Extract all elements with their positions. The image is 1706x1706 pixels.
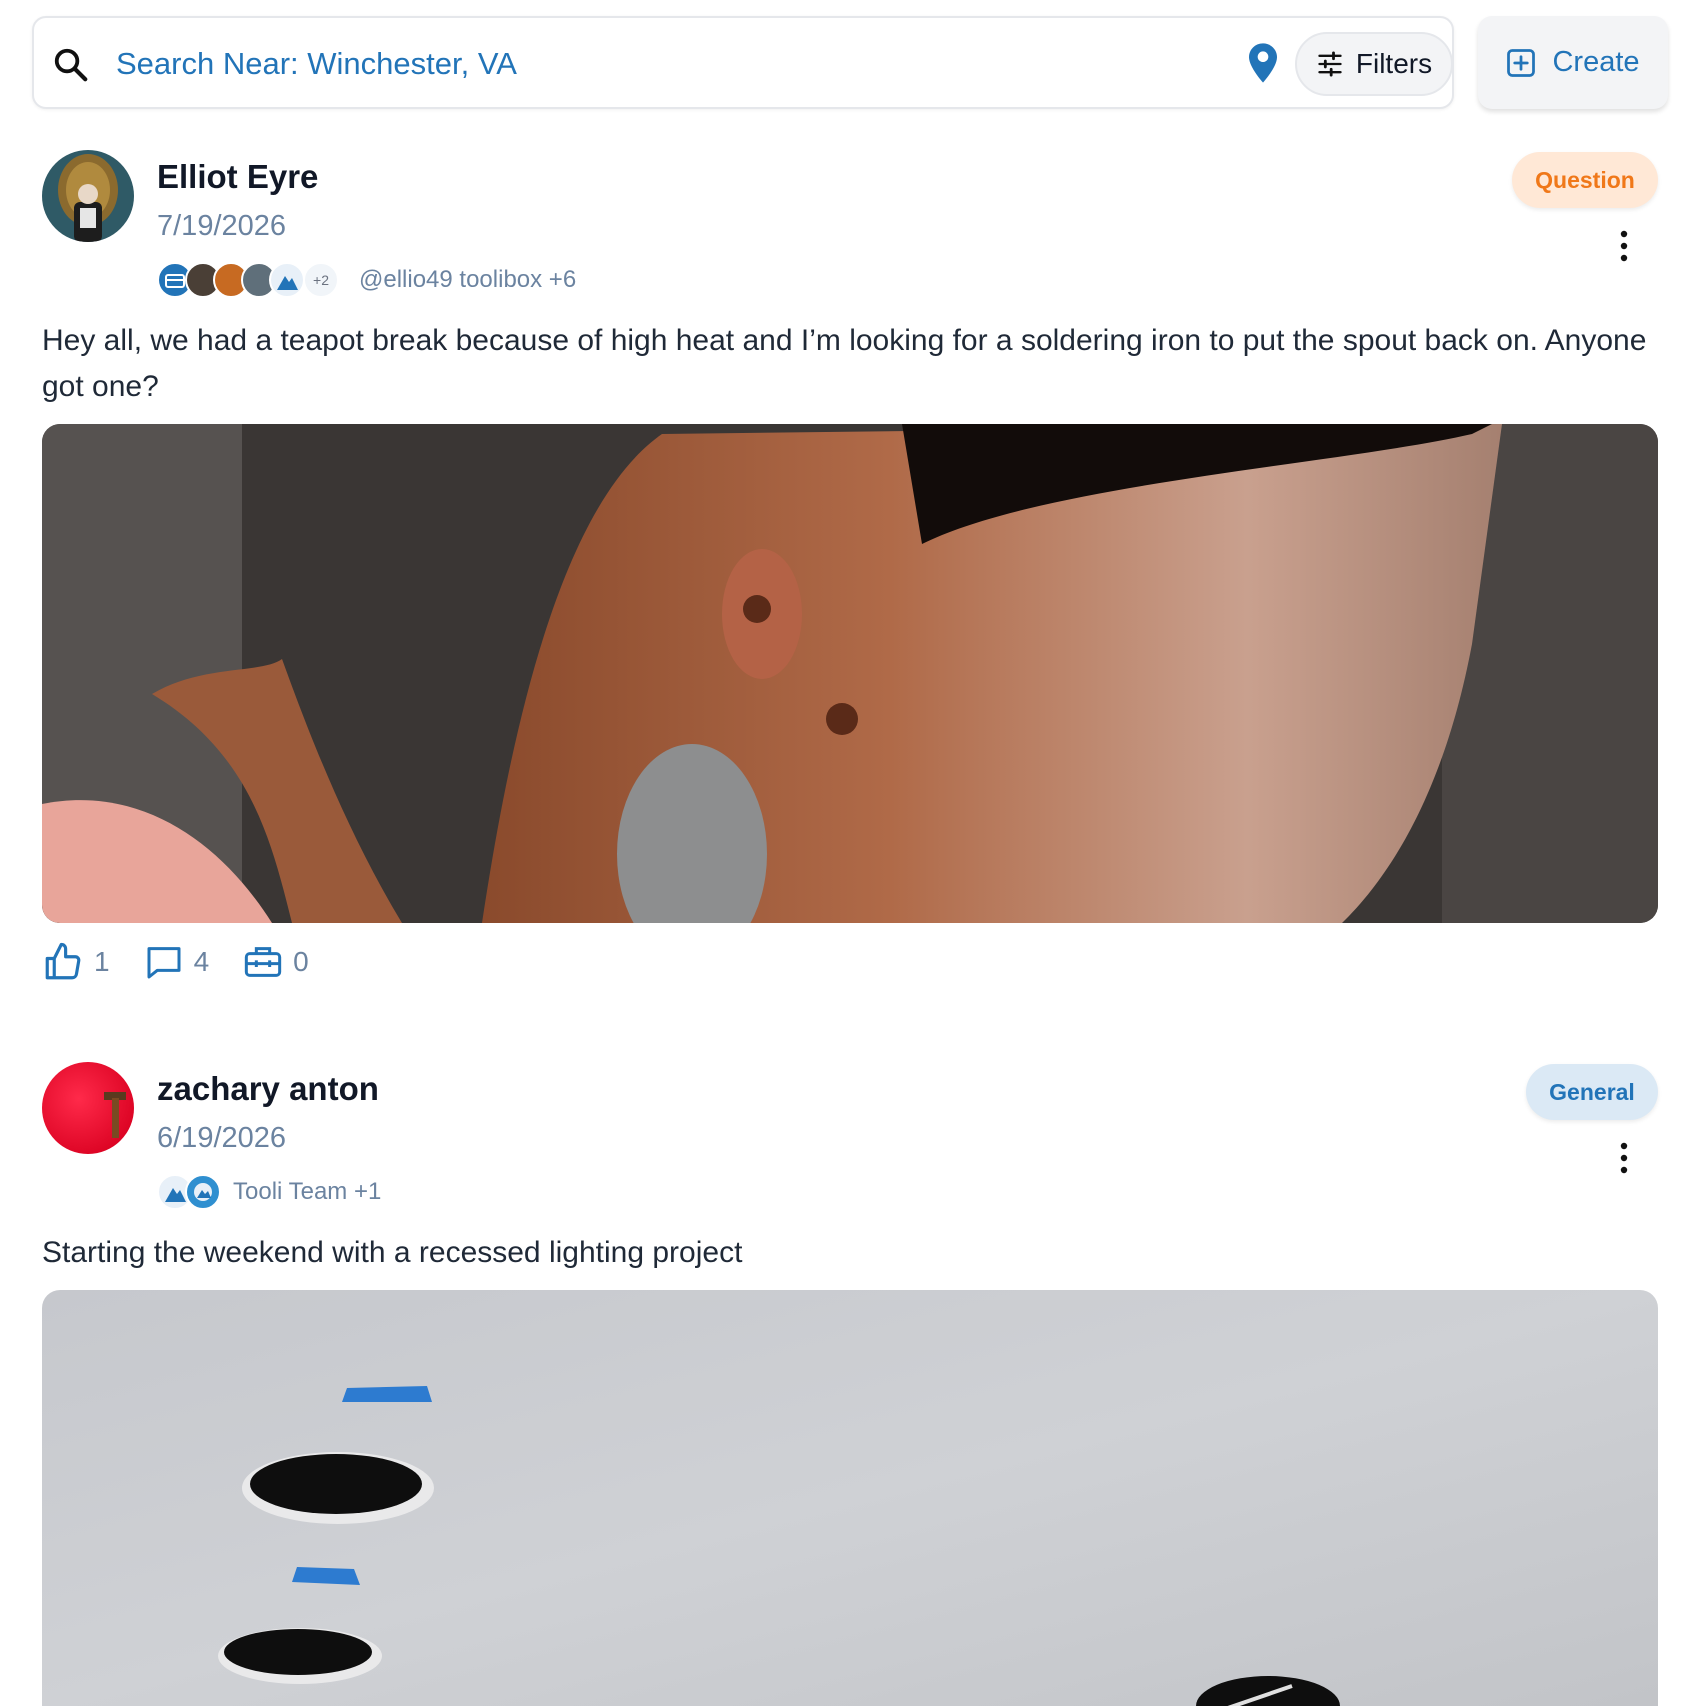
- comment-button[interactable]: 4: [144, 942, 210, 982]
- post-image[interactable]: [42, 424, 1658, 923]
- post-date: 7/19/2026: [157, 210, 287, 242]
- sliders-icon: [1318, 51, 1342, 77]
- post-card: Elliot Eyre 7/19/2026 +2 @ellio49 toolib…: [42, 150, 1658, 990]
- author-name[interactable]: zachary anton: [157, 1070, 379, 1108]
- search-icon: [54, 48, 88, 82]
- group-names: Tooli Team +1: [233, 1178, 382, 1205]
- location-pin-icon[interactable]: [1246, 42, 1280, 84]
- more-vertical-icon[interactable]: [1618, 230, 1630, 262]
- author-name[interactable]: Elliot Eyre: [157, 158, 318, 196]
- toolbox-icon: [244, 947, 282, 977]
- toolbox-count: 0: [293, 946, 309, 977]
- like-count: 1: [94, 946, 110, 977]
- category-badge: General: [1526, 1064, 1658, 1120]
- post-card: zachary anton 6/19/2026 Tooli Team +1 Ge…: [42, 1062, 1658, 1706]
- group-list[interactable]: Tooli Team +1: [157, 1172, 381, 1212]
- category-badge: Question: [1512, 152, 1658, 208]
- post-text: Starting the weekend with a recessed lig…: [42, 1236, 743, 1269]
- filters-button[interactable]: Filters: [1295, 32, 1453, 96]
- post-date: 6/19/2026: [157, 1122, 287, 1154]
- plus-square-icon: [1507, 48, 1536, 77]
- filters-label: Filters: [1355, 48, 1433, 79]
- toolbox-button[interactable]: 0: [243, 942, 309, 982]
- post-image[interactable]: [42, 1290, 1658, 1706]
- comment-count: 4: [193, 946, 210, 977]
- group-avatar: [269, 262, 305, 298]
- post-actions: 1 4 0: [42, 938, 343, 986]
- top-bar: Filters Create: [32, 16, 1668, 109]
- post-text: Hey all, we had a teapot break because o…: [42, 324, 1647, 403]
- more-groups-count: +2: [303, 262, 339, 298]
- create-button[interactable]: Create: [1478, 16, 1668, 109]
- search-bar[interactable]: Filters: [32, 16, 1454, 109]
- more-vertical-icon[interactable]: [1618, 1142, 1630, 1174]
- like-button[interactable]: 1: [42, 941, 110, 983]
- create-label: Create: [1552, 46, 1640, 78]
- author-avatar[interactable]: [42, 1062, 134, 1154]
- group-list[interactable]: +2 @ellio49 toolibox +6: [157, 260, 576, 300]
- thumbs-up-icon: [45, 942, 81, 980]
- group-avatar: [185, 1174, 221, 1210]
- comment-icon: [147, 947, 181, 979]
- group-names: @ellio49 toolibox +6: [359, 266, 577, 293]
- search-input[interactable]: [116, 40, 1236, 88]
- author-avatar[interactable]: [42, 150, 134, 242]
